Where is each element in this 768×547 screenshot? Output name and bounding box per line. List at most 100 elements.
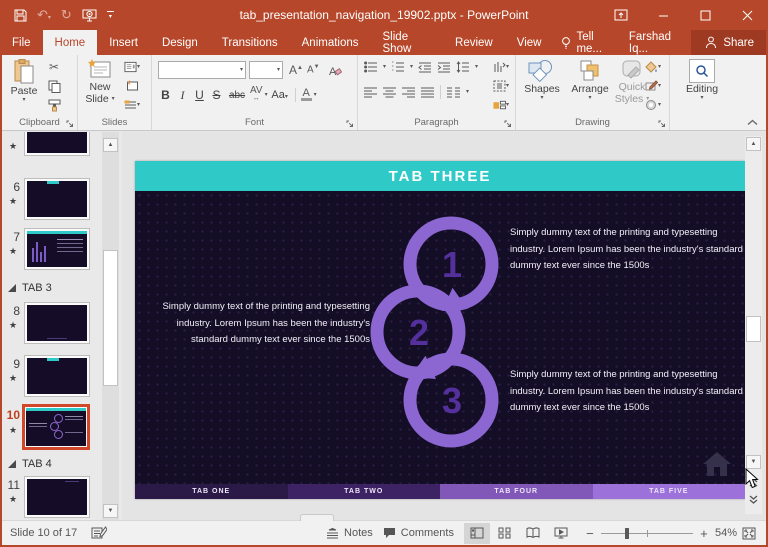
- redo-icon[interactable]: ↻: [61, 7, 72, 23]
- shape-fill-button[interactable]: ▾: [641, 59, 665, 75]
- undo-icon[interactable]: ↶▾: [37, 7, 51, 23]
- subscript-abc-button[interactable]: abc: [226, 90, 248, 101]
- slide-thumbnail-9[interactable]: [24, 355, 90, 397]
- footer-tab-four[interactable]: TAB FOUR: [440, 484, 593, 499]
- close-button[interactable]: [726, 0, 768, 30]
- format-painter-button[interactable]: [46, 97, 62, 113]
- tab-animations[interactable]: Animations: [290, 30, 371, 55]
- tab-slide-show[interactable]: Slide Show: [371, 30, 444, 55]
- zoom-level[interactable]: 54%: [715, 527, 737, 539]
- font-size-combobox[interactable]: ▾: [249, 61, 283, 79]
- text-direction-button[interactable]: ▾: [493, 59, 509, 75]
- paste-button[interactable]: Paste ▾: [6, 59, 42, 103]
- align-center-button[interactable]: [383, 87, 396, 98]
- footer-tab-five[interactable]: TAB FIVE: [592, 484, 745, 499]
- change-case-button[interactable]: Aa▾: [270, 89, 290, 101]
- tell-me-box[interactable]: Tell me...: [553, 30, 620, 55]
- tab-insert[interactable]: Insert: [97, 30, 150, 55]
- scroll-down-button[interactable]: ▼: [103, 504, 118, 518]
- step-1-text[interactable]: Simply dummy text of the printing and ty…: [510, 225, 745, 275]
- slide-indicator[interactable]: Slide 10 of 17: [10, 527, 77, 539]
- cut-button[interactable]: ✂: [46, 59, 62, 75]
- bullets-button[interactable]: [364, 61, 378, 73]
- editing-button[interactable]: Editing ▾: [680, 59, 724, 101]
- paragraph-dialog-launcher[interactable]: [504, 120, 512, 128]
- clipboard-dialog-launcher[interactable]: [66, 120, 74, 128]
- slide-thumbnail-6[interactable]: [24, 178, 90, 220]
- collapse-ribbon-button[interactable]: [747, 119, 758, 126]
- underline-button[interactable]: U: [192, 88, 207, 102]
- scrollbar-thumb[interactable]: [746, 316, 761, 342]
- ribbon-display-options-button[interactable]: [600, 0, 642, 30]
- arrange-button[interactable]: Arrange ▾: [566, 59, 614, 101]
- new-slide-button[interactable]: New Slide ▾: [80, 59, 120, 105]
- start-from-beginning-icon[interactable]: [82, 9, 97, 22]
- spell-check-icon[interactable]: [91, 526, 108, 540]
- splitter-handle[interactable]: [300, 514, 334, 521]
- drawing-dialog-launcher[interactable]: [658, 120, 666, 128]
- normal-view-button[interactable]: [463, 522, 490, 544]
- zoom-slider-thumb[interactable]: [624, 528, 629, 539]
- scroll-up-button[interactable]: ▲: [103, 138, 118, 152]
- slide-title-bar[interactable]: TAB THREE: [135, 161, 745, 191]
- slide-sorter-view-button[interactable]: [492, 523, 518, 544]
- shapes-button[interactable]: Shapes ▾: [520, 59, 564, 101]
- tab-file[interactable]: File: [0, 30, 43, 55]
- italic-button[interactable]: I: [175, 88, 190, 103]
- save-icon[interactable]: [14, 9, 27, 22]
- step-2-text[interactable]: Simply dummy text of the printing and ty…: [150, 299, 370, 349]
- slide-show-button[interactable]: [548, 523, 574, 544]
- maximize-button[interactable]: [684, 0, 726, 30]
- scroll-down-button[interactable]: ▼: [746, 455, 761, 469]
- zoom-out-button[interactable]: −: [584, 526, 596, 541]
- justify-button[interactable]: [421, 87, 434, 98]
- slide-thumbnail-11[interactable]: [24, 476, 90, 518]
- section-header-tab4[interactable]: TAB 4: [8, 458, 52, 470]
- customize-qat-icon[interactable]: ▾: [106, 10, 114, 20]
- zoom-slider[interactable]: [600, 526, 693, 540]
- fit-to-window-icon[interactable]: [742, 527, 756, 540]
- tab-review[interactable]: Review: [443, 30, 505, 55]
- scrollbar-thumb[interactable]: [103, 250, 118, 386]
- line-spacing-button[interactable]: [456, 61, 470, 73]
- tab-design[interactable]: Design: [150, 30, 210, 55]
- clear-formatting-button[interactable]: A: [328, 64, 342, 77]
- align-right-button[interactable]: [402, 87, 415, 98]
- shape-outline-button[interactable]: ▾: [641, 78, 665, 94]
- section-button[interactable]: ▾: [124, 97, 140, 113]
- align-text-button[interactable]: ▾: [493, 78, 509, 94]
- convert-to-smartart-button[interactable]: ▾: [493, 97, 509, 113]
- slide-thumbnail-7[interactable]: [24, 228, 90, 270]
- layout-button[interactable]: ▾: [124, 59, 140, 75]
- minimize-button[interactable]: [642, 0, 684, 30]
- numbering-button[interactable]: [391, 61, 405, 73]
- align-left-button[interactable]: [364, 87, 377, 98]
- character-spacing-button[interactable]: AV ↔: [250, 86, 263, 103]
- bold-button[interactable]: B: [158, 88, 173, 102]
- font-name-combobox[interactable]: ▾: [158, 61, 246, 79]
- reading-view-button[interactable]: [520, 523, 546, 544]
- notes-toggle[interactable]: Notes: [326, 527, 373, 539]
- slide-thumbnail-5[interactable]: [24, 132, 90, 156]
- strikethrough-button[interactable]: S: [209, 88, 224, 102]
- next-slide-button[interactable]: [746, 492, 761, 506]
- slide-thumbnail-10[interactable]: [22, 404, 90, 450]
- increase-font-size-button[interactable]: A▲: [289, 63, 303, 77]
- share-button[interactable]: Share: [691, 30, 768, 55]
- comments-toggle[interactable]: Comments: [383, 527, 454, 539]
- decrease-font-size-button[interactable]: A▼: [307, 64, 320, 75]
- slide-thumbnail-8[interactable]: [24, 302, 90, 344]
- zoom-in-button[interactable]: +: [698, 526, 710, 541]
- shape-effects-button[interactable]: ▾: [641, 97, 665, 113]
- account-name[interactable]: Farshad Iq...: [621, 30, 691, 55]
- section-header-tab3[interactable]: TAB 3: [8, 282, 52, 294]
- scroll-up-button[interactable]: ▲: [746, 137, 761, 151]
- reset-button[interactable]: [124, 78, 140, 94]
- font-color-button[interactable]: A: [300, 88, 312, 101]
- font-dialog-launcher[interactable]: [346, 120, 354, 128]
- increase-indent-button[interactable]: [437, 61, 451, 73]
- copy-button[interactable]: [46, 78, 62, 94]
- tab-home[interactable]: Home: [42, 30, 98, 55]
- footer-tab-one[interactable]: TAB ONE: [135, 484, 288, 499]
- tab-view[interactable]: View: [505, 30, 554, 55]
